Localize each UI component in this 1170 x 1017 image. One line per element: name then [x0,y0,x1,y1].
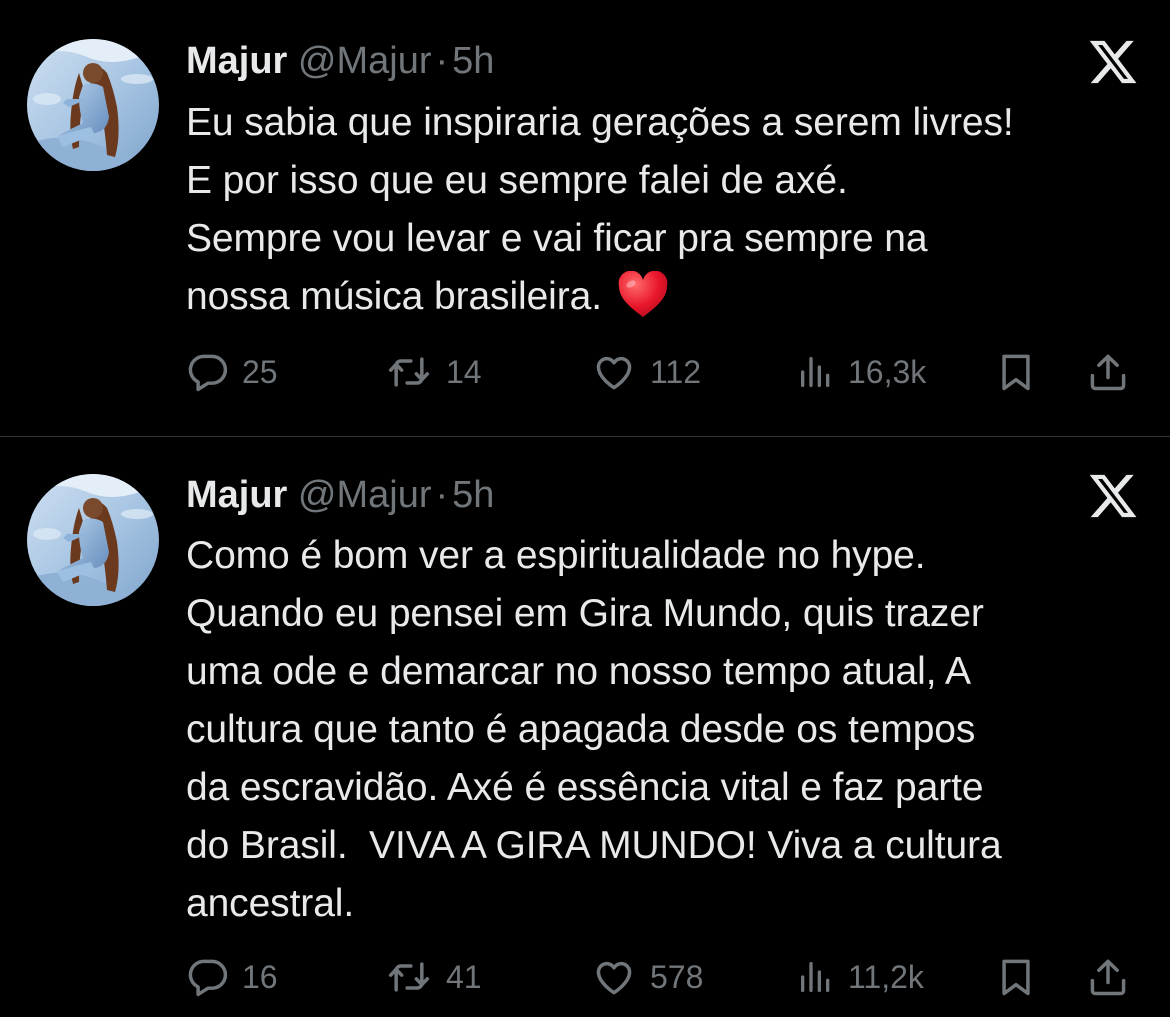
like-count: 578 [650,958,704,995]
views-count: 11,2k [848,958,924,995]
author-name[interactable]: Majur [186,40,287,82]
tweet-text-line: cultura que tanto é apagada desde os tem… [186,708,976,751]
bookmark-button[interactable] [994,350,1038,394]
tweet-text-line: Sempre vou levar e vai ficar pra sempre … [186,217,928,260]
avatar[interactable] [27,39,159,171]
red-heart-emoji [617,271,669,319]
like-icon [590,350,638,394]
like-button[interactable]: 112 [590,350,701,394]
tweet-text: Eu sabia que inspiraria gerações a serem… [186,94,1146,326]
tweet-timestamp[interactable]: 5h [452,40,494,82]
tweet-text-line: ancestral. [186,882,355,925]
share-button[interactable] [1086,955,1130,999]
views-button[interactable]: 11,2k [796,955,924,999]
retweet-count: 41 [446,958,482,995]
reply-button[interactable]: 25 [186,350,278,394]
avatar-photo [27,39,159,171]
reply-icon [186,350,230,394]
tweet-timestamp[interactable]: 5h [452,474,494,516]
bookmark-icon [994,955,1038,999]
bookmark-icon [994,350,1038,394]
share-icon [1086,350,1130,394]
avatar-photo [27,474,159,606]
bookmark-button[interactable] [994,955,1038,999]
tweet-text-line: Como é bom ver a espiritualidade no hype… [186,534,926,577]
separator-dot: · [435,474,449,516]
like-icon [590,955,638,999]
retweet-button[interactable]: 41 [384,955,482,999]
reply-count: 16 [242,958,278,995]
tweet-actions: 25 14 112 16,3k [186,350,1142,394]
tweet-text-line: do Brasil. VIVA A GIRA MUNDO! Viva a cul… [186,824,1002,867]
views-icon [796,957,836,997]
tweet-text-line: da escravidão. Axé é essência vital e fa… [186,766,984,809]
retweet-button[interactable]: 14 [384,350,482,394]
tweet-text-line: uma ode e demarcar no nosso tempo atual,… [186,650,971,693]
author-name[interactable]: Majur [186,474,287,516]
tweet-text-line: Quando eu pensei em Gira Mundo, quis tra… [186,592,984,635]
tweet-actions: 16 41 578 11,2k [186,955,1142,999]
like-count: 112 [650,353,702,390]
reply-count: 25 [242,353,278,390]
views-icon [796,352,836,392]
tweet-text-line: E por isso que eu sempre falei de axé. [186,159,848,202]
like-button[interactable]: 578 [590,955,703,999]
tweet-header: Majur @Majur · 5h [186,470,494,520]
tweet-text: Como é bom ver a espiritualidade no hype… [186,527,1146,933]
x-logo-icon [1087,470,1139,522]
tweet-text-line: nossa música brasileira. [186,275,602,318]
author-handle[interactable]: @Majur [298,40,432,82]
tweet-text-line: Eu sabia que inspiraria gerações a serem… [186,101,1014,144]
reply-icon [186,955,230,999]
retweet-icon [384,350,434,394]
retweet-count: 14 [446,353,482,390]
x-logo-icon [1087,36,1139,88]
reply-button[interactable]: 16 [186,955,278,999]
views-count: 16,3k [848,353,927,390]
retweet-icon [384,955,434,999]
separator-dot: · [435,40,449,82]
tweet-header: Majur @Majur · 5h [186,36,494,86]
author-handle[interactable]: @Majur [298,474,432,516]
share-icon [1086,955,1130,999]
avatar[interactable] [27,474,159,606]
tweet-card[interactable]: Majur @Majur · 5h Eu sabia que inspiraria … [0,0,1170,436]
views-button[interactable]: 16,3k [796,350,926,394]
tweet-card[interactable]: Majur @Majur · 5h Como é bom ver a espirit… [0,437,1170,1017]
share-button[interactable] [1086,350,1130,394]
